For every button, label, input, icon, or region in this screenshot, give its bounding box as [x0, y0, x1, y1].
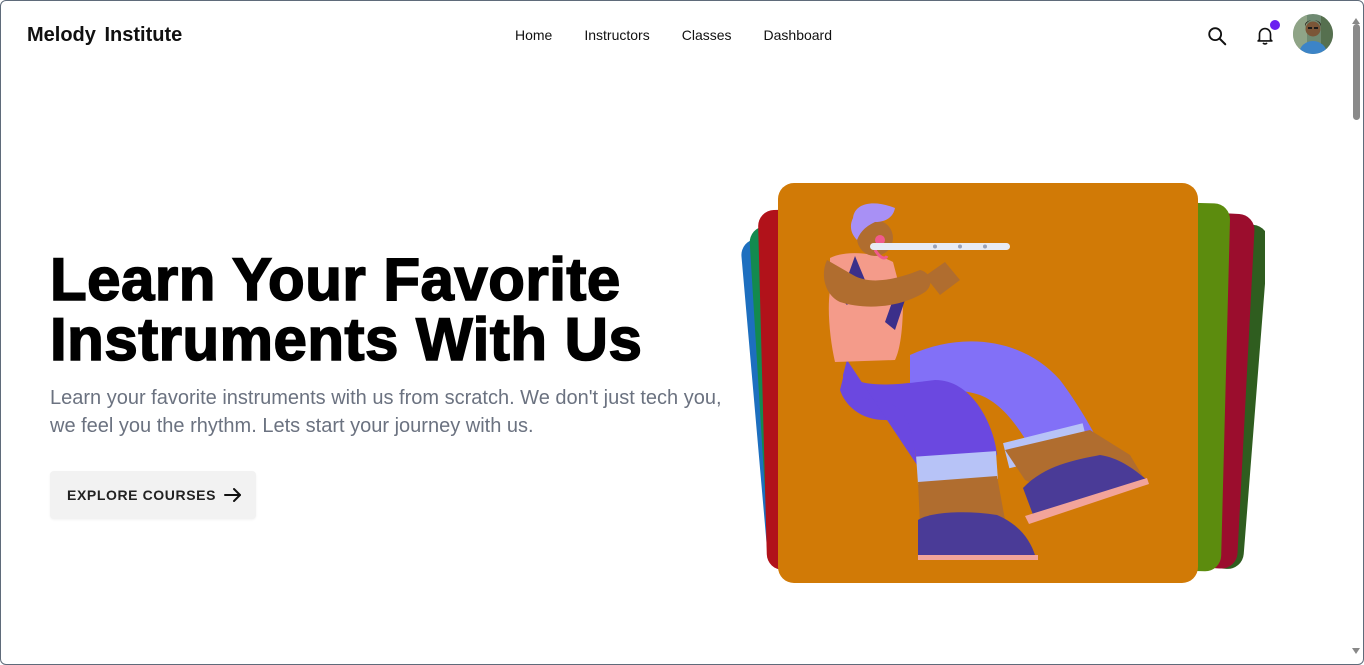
hero-title-line2: Instruments With Us [49, 306, 643, 373]
hero-title: Learn Your Favorite Instruments With Us [49, 249, 750, 373]
search-icon[interactable] [1206, 25, 1228, 47]
nav-instructors[interactable]: Instructors [584, 27, 649, 43]
avatar-image [1293, 14, 1333, 54]
explore-courses-button[interactable]: EXPLORE COURSES [50, 471, 256, 519]
scroll-down-arrow-icon[interactable] [1352, 648, 1360, 654]
nav-dashboard[interactable]: Dashboard [764, 27, 833, 43]
main-nav: Home Instructors Classes Dashboard [515, 27, 864, 43]
hero-title-line1: Learn Your Favorite [49, 246, 621, 313]
hero-subtitle-line1: Learn your favorite instruments with us … [50, 387, 722, 409]
hero-subtitle: Learn your favorite instruments with us … [50, 384, 740, 440]
nav-home[interactable]: Home [515, 27, 552, 43]
hero-subtitle-line2: we feel you the rhythm. Lets start your … [50, 415, 534, 437]
nav-classes[interactable]: Classes [682, 27, 732, 43]
scroll-thumb[interactable] [1353, 24, 1360, 120]
arrow-right-icon [224, 488, 241, 502]
avatar[interactable] [1293, 14, 1333, 54]
notification-badge [1269, 19, 1281, 31]
explore-courses-label: EXPLORE COURSES [67, 487, 217, 503]
page-scrollbar[interactable] [1350, 18, 1362, 654]
brand-logo[interactable]: Melody Institute [27, 24, 182, 47]
hero-illustration [741, 183, 1265, 583]
